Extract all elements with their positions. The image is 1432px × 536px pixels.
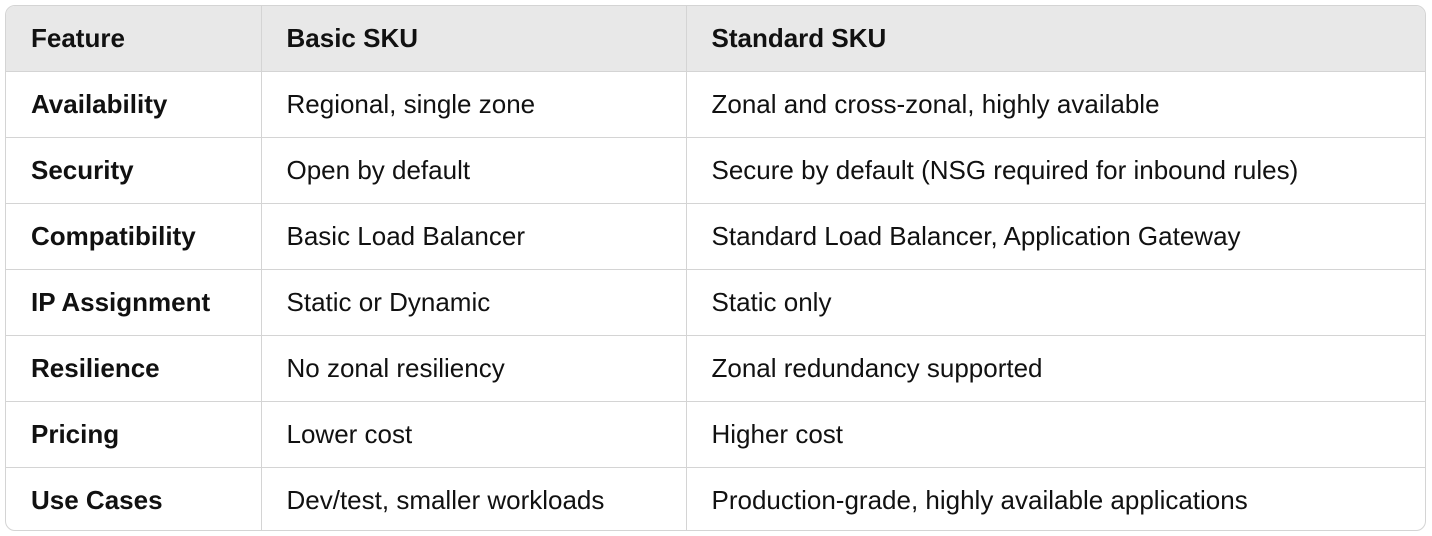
header-basic-sku: Basic SKU xyxy=(261,6,687,72)
standard-sku-cell: Standard Load Balancer, Application Gate… xyxy=(686,203,1425,270)
header-feature: Feature xyxy=(6,6,262,72)
table-row: Pricing Lower cost Higher cost xyxy=(6,401,1425,468)
basic-sku-cell: Lower cost xyxy=(261,401,687,468)
standard-sku-cell: Production-grade, highly available appli… xyxy=(711,485,1248,516)
header-standard-sku: Standard SKU xyxy=(686,6,1425,72)
basic-sku-cell: Static or Dynamic xyxy=(261,269,687,336)
basic-sku-cell: Open by default xyxy=(261,137,687,204)
table-row: IP Assignment Static or Dynamic Static o… xyxy=(6,269,1425,336)
standard-sku-cell: Static only xyxy=(686,269,1425,336)
basic-sku-cell: Dev/test, smaller workloads xyxy=(261,467,687,530)
feature-cell: Use Cases xyxy=(6,467,262,530)
table-row: Compatibility Basic Load Balancer Standa… xyxy=(6,203,1425,270)
table-row: Resilience No zonal resiliency Zonal red… xyxy=(6,335,1425,402)
standard-sku-cell: Higher cost xyxy=(686,401,1425,468)
basic-sku-cell: No zonal resiliency xyxy=(261,335,687,402)
table-row: Availability Regional, single zone Zonal… xyxy=(6,71,1425,138)
feature-cell: Security xyxy=(6,137,262,204)
table-row: Security Open by default Secure by defau… xyxy=(6,137,1425,204)
feature-cell: Pricing xyxy=(6,401,262,468)
feature-cell: Resilience xyxy=(6,335,262,402)
table-header-row: Feature Basic SKU Standard SKU xyxy=(6,6,1425,72)
sku-comparison-table: Feature Basic SKU Standard SKU Availabil… xyxy=(6,6,1425,530)
feature-cell: IP Assignment xyxy=(6,269,262,336)
standard-sku-cell: Zonal redundancy supported xyxy=(686,335,1425,402)
basic-sku-cell: Basic Load Balancer xyxy=(261,203,687,270)
basic-sku-cell: Regional, single zone xyxy=(261,71,687,138)
standard-sku-cell: Zonal and cross-zonal, highly available xyxy=(686,71,1425,138)
feature-cell: Availability xyxy=(6,71,262,138)
table-row: Use Cases Dev/test, smaller workloads Pr… xyxy=(6,467,1425,530)
feature-cell: Compatibility xyxy=(6,203,262,270)
standard-sku-cell: Secure by default (NSG required for inbo… xyxy=(686,137,1425,204)
comparison-table-container: Feature Basic SKU Standard SKU Availabil… xyxy=(5,5,1426,531)
